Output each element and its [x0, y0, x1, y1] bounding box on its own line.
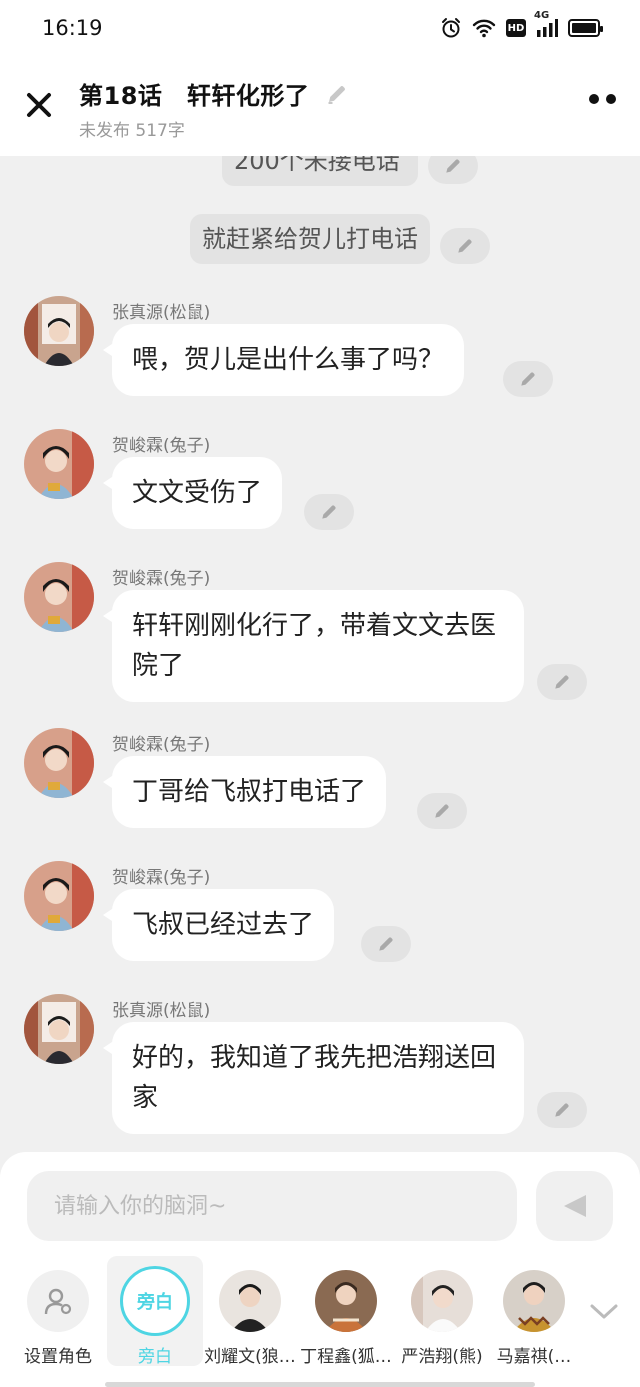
- role-item-settings[interactable]: 设置角色: [10, 1256, 106, 1367]
- avatar[interactable]: [24, 429, 94, 499]
- edit-message-button[interactable]: [361, 926, 411, 962]
- pencil-icon: [446, 159, 460, 173]
- narration-bubble[interactable]: 就赶紧给贺儿打电话: [190, 214, 430, 264]
- sender-name: 贺峻霖(兔子): [112, 735, 211, 755]
- more-dot: [606, 94, 616, 104]
- role-item-yan[interactable]: 严浩翔(熊): [394, 1256, 490, 1367]
- chevron-down-icon: [590, 1304, 618, 1319]
- pencil-icon: [328, 85, 346, 104]
- more-dot: [589, 94, 599, 104]
- avatar[interactable]: [24, 296, 94, 366]
- sender-name: 张真源(松鼠): [112, 303, 211, 323]
- content-input-box[interactable]: [27, 1171, 517, 1241]
- chapter-meta: 未发布 517字: [79, 121, 185, 141]
- role-item-liu[interactable]: 刘耀文(狼…: [202, 1256, 298, 1367]
- narration-item: 就赶紧给贺儿打电话: [190, 214, 490, 264]
- narration-item: 200个未接电话: [222, 156, 478, 186]
- send-button[interactable]: [536, 1171, 613, 1241]
- role-avatar: [27, 1270, 89, 1332]
- message-bubble[interactable]: 好的，我知道了我先把浩翔送回家: [103, 1022, 524, 1134]
- chapter-header: 第18话 轩轩化形了 未发布 517字: [0, 58, 640, 156]
- signal-icon: 4G: [534, 10, 558, 38]
- role-item-ding[interactable]: 丁程鑫(狐…: [298, 1256, 394, 1367]
- avatar[interactable]: [24, 562, 94, 632]
- sender-name: 贺峻霖(兔子): [112, 436, 211, 456]
- edit-message-button[interactable]: [537, 664, 587, 700]
- more-button[interactable]: [589, 94, 616, 104]
- avatar[interactable]: [24, 861, 94, 931]
- edit-message-button[interactable]: [304, 494, 354, 530]
- close-icon: [27, 93, 51, 117]
- status-bar: 16:19 HD 4G: [0, 0, 640, 58]
- edit-message-button[interactable]: [537, 1092, 587, 1128]
- sender-name: 贺峻霖(兔子): [112, 569, 211, 589]
- edit-message-button[interactable]: [417, 793, 467, 829]
- sender-name: 张真源(松鼠): [112, 1001, 211, 1021]
- role-avatar: [503, 1270, 565, 1332]
- send-icon: [563, 1195, 586, 1217]
- message-bubble[interactable]: 轩轩刚刚化行了，带着文文去医院了: [103, 590, 524, 702]
- hd-icon: HD: [506, 19, 526, 37]
- wifi-icon: [472, 18, 496, 38]
- edit-title-button[interactable]: [323, 80, 351, 108]
- pencil-icon: [379, 937, 393, 951]
- role-avatar: [315, 1270, 377, 1332]
- role-label: 旁白: [138, 1347, 172, 1367]
- role-item-narrator[interactable]: 旁白 旁白: [107, 1256, 203, 1367]
- chapter-title: 第18话 轩轩化形了: [79, 82, 310, 110]
- status-icons: HD 4G: [440, 10, 603, 39]
- pencil-icon: [435, 804, 449, 818]
- role-label: 刘耀文(狼…: [204, 1347, 296, 1367]
- chat-area[interactable]: 200个未接电话 就赶紧给贺儿打电话 张真源(松鼠) 喂，贺儿是出什么事了吗？ …: [0, 156, 640, 1156]
- role-label: 马嘉祺(…: [496, 1347, 572, 1367]
- composer-panel: 设置角色 旁白 旁白 刘耀文(狼… 丁程鑫(狐… 严浩翔(熊): [0, 1152, 640, 1387]
- role-selector: 设置角色 旁白 旁白 刘耀文(狼… 丁程鑫(狐… 严浩翔(熊) 马嘉祺(…: [0, 1256, 640, 1367]
- status-time: 16:19: [42, 16, 103, 40]
- content-input[interactable]: [27, 1171, 517, 1241]
- pencil-icon: [555, 1103, 569, 1117]
- home-indicator: [105, 1382, 535, 1387]
- message-bubble[interactable]: 喂，贺儿是出什么事了吗？: [102, 324, 465, 396]
- battery-icon: [568, 19, 603, 37]
- narration-bubble[interactable]: 200个未接电话: [222, 156, 418, 186]
- role-label: 严浩翔(熊): [401, 1347, 483, 1367]
- role-avatar: [411, 1270, 473, 1332]
- pencil-icon: [555, 675, 569, 689]
- role-label: 丁程鑫(狐…: [300, 1347, 392, 1367]
- role-label: 设置角色: [24, 1347, 92, 1367]
- edit-narration-button[interactable]: [428, 156, 478, 184]
- expand-roles-button[interactable]: [586, 1296, 622, 1326]
- avatar[interactable]: [24, 728, 94, 798]
- close-button[interactable]: [20, 86, 58, 124]
- message-bubble[interactable]: 飞叔已经过去了: [102, 889, 335, 961]
- sender-name: 贺峻霖(兔子): [112, 868, 211, 888]
- edit-message-button[interactable]: [503, 361, 553, 397]
- role-circle-text: 旁白: [137, 1292, 173, 1313]
- message-bubble[interactable]: 丁哥给飞叔打电话了: [102, 756, 387, 828]
- message-bubble[interactable]: 文文受伤了: [102, 457, 283, 529]
- avatar[interactable]: [24, 994, 94, 1064]
- role-item-ma[interactable]: 马嘉祺(…: [490, 1256, 578, 1367]
- pencil-icon: [458, 239, 472, 253]
- pencil-icon: [521, 372, 535, 386]
- pencil-icon: [322, 505, 336, 519]
- role-avatar: [219, 1270, 281, 1332]
- user-settings-icon: [44, 1288, 72, 1315]
- network-label: 4G: [534, 10, 550, 21]
- edit-narration-button[interactable]: [440, 228, 490, 264]
- title-row: 第18话 轩轩化形了: [79, 76, 351, 111]
- alarm-icon: [440, 17, 462, 39]
- role-avatar: 旁白: [120, 1266, 190, 1336]
